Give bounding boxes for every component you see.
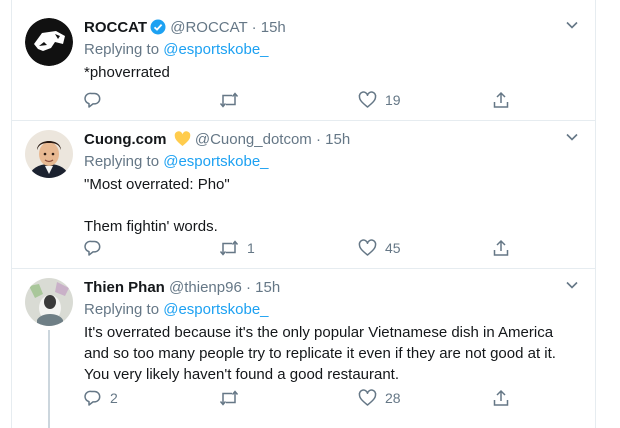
replying-to-link[interactable]: @esportskobe_: [163, 153, 268, 170]
user-handle[interactable]: @ROCCAT: [170, 19, 247, 36]
chevron-down-icon[interactable]: [565, 278, 579, 292]
replying-prefix: Replying to: [84, 301, 160, 318]
share-button[interactable]: [492, 388, 510, 408]
tweet-cuong[interactable]: Cuong.com @Cuong_dotcom · 15h Replying t…: [12, 120, 595, 269]
tweet-text: "Most overrated: Pho" Them fightin' word…: [84, 176, 230, 235]
reply-icon: [84, 91, 102, 109]
like-button[interactable]: 19: [358, 90, 401, 110]
like-icon: [358, 239, 377, 257]
tweet-header: ROCCAT @ROCCAT · 15h: [84, 18, 577, 38]
timestamp[interactable]: 15h: [255, 279, 280, 296]
avatar-cuong[interactable]: [25, 130, 73, 178]
timeline-page: ROCCAT @ROCCAT · 15h Replying to @esport…: [0, 0, 620, 428]
like-count: 19: [385, 92, 401, 108]
like-icon: [358, 389, 377, 407]
like-count: 28: [385, 390, 401, 406]
retweet-button[interactable]: 1: [219, 238, 255, 258]
replying-to: Replying to @esportskobe_: [84, 300, 577, 320]
reply-button[interactable]: [84, 90, 110, 110]
share-icon: [492, 91, 510, 109]
like-button[interactable]: 28: [358, 388, 401, 408]
tweet-text: It's overrated because it's the only pop…: [84, 324, 560, 383]
tweet-actions: 2 28: [84, 388, 514, 408]
replying-to: Replying to @esportskobe_: [84, 152, 577, 172]
tweet-text: *phoverrated: [84, 64, 170, 81]
reply-icon: [84, 239, 102, 257]
like-count: 45: [385, 240, 401, 256]
replying-prefix: Replying to: [84, 41, 160, 58]
retweet-icon: [219, 239, 239, 257]
avatar-thien-phan[interactable]: [25, 278, 73, 326]
reply-button[interactable]: 2: [84, 388, 118, 408]
share-icon: [492, 239, 510, 257]
user-handle[interactable]: @thienp96: [169, 279, 242, 296]
verified-icon: [150, 19, 166, 41]
share-button[interactable]: [492, 90, 510, 110]
display-name[interactable]: Cuong.com: [84, 131, 167, 148]
display-name[interactable]: ROCCAT: [84, 19, 147, 36]
tweet-header: Cuong.com @Cuong_dotcom · 15h: [84, 130, 577, 150]
tweet-roccat[interactable]: ROCCAT @ROCCAT · 15h Replying to @esport…: [12, 8, 595, 121]
timestamp[interactable]: 15h: [325, 131, 350, 148]
display-name[interactable]: Thien Phan: [84, 279, 165, 296]
replying-to: Replying to @esportskobe_: [84, 40, 577, 60]
separator-dot: ·: [245, 279, 251, 296]
timestamp[interactable]: 15h: [261, 19, 286, 36]
retweet-button[interactable]: [219, 90, 247, 110]
reply-icon: [84, 389, 102, 407]
yellow-heart-icon: [174, 131, 191, 153]
retweet-icon: [219, 91, 239, 109]
user-handle[interactable]: @Cuong_dotcom: [195, 131, 312, 148]
reply-button[interactable]: [84, 238, 110, 258]
separator-dot: ·: [251, 19, 257, 36]
tweet-actions: 19: [84, 90, 514, 110]
share-icon: [492, 389, 510, 407]
tweet-thien-phan[interactable]: Thien Phan @thienp96 · 15h Replying to @…: [12, 268, 595, 428]
separator-dot: ·: [315, 131, 321, 148]
retweet-count: 1: [247, 240, 255, 256]
replying-to-link[interactable]: @esportskobe_: [163, 301, 268, 318]
reply-count: 2: [110, 390, 118, 406]
like-icon: [358, 91, 377, 109]
share-button[interactable]: [492, 238, 510, 258]
replying-prefix: Replying to: [84, 153, 160, 170]
thread-line: [48, 330, 50, 428]
chevron-down-icon[interactable]: [565, 130, 579, 144]
tweet-header: Thien Phan @thienp96 · 15h: [84, 278, 577, 298]
like-button[interactable]: 45: [358, 238, 401, 258]
retweet-icon: [219, 389, 239, 407]
chevron-down-icon[interactable]: [565, 18, 579, 32]
retweet-button[interactable]: [219, 388, 247, 408]
replying-to-link[interactable]: @esportskobe_: [163, 41, 268, 58]
tweet-column: ROCCAT @ROCCAT · 15h Replying to @esport…: [11, 0, 596, 428]
avatar-roccat[interactable]: [25, 18, 73, 66]
tweet-actions: 1 45: [84, 238, 514, 258]
